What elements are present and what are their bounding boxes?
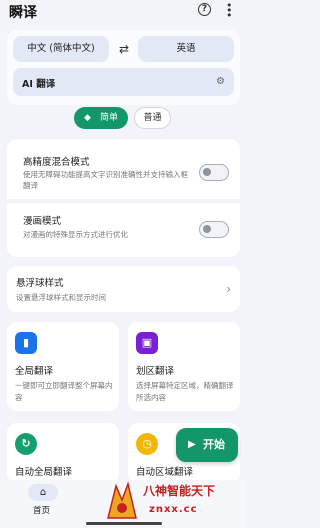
region-translate-title: 划区翻译 [136, 366, 175, 377]
help-icon[interactable]: ? [198, 3, 211, 16]
watermark-domain: znxx.cc [149, 504, 198, 515]
floating-ball-settings[interactable]: 悬浮球样式 设置悬浮球样式和显示时间 › [7, 266, 240, 312]
global-translate-card[interactable]: ▮ 全局翻译 一键即可立即翻译整个屏幕内容 [7, 322, 119, 411]
auto-global-translate-icon: ↻ [15, 433, 37, 455]
region-translate-card[interactable]: ▣ 划区翻译 选择屏幕特定区域，精确翻译所选内容 [128, 322, 240, 411]
mode-simple-label: 简单 [100, 113, 119, 123]
engine-label: AI 翻译 [22, 79, 56, 90]
language-card: 中文 (简体中文) ⇄ 英语 AI 翻译 ⚙ [7, 30, 240, 105]
floating-ball-desc: 设置悬浮球样式和显示时间 [16, 293, 106, 302]
swap-languages-icon[interactable]: ⇄ [117, 42, 131, 56]
auto-global-translate-title: 自动全局翻译 [15, 467, 73, 478]
layers-icon: ◆ [84, 113, 91, 123]
watermark-text: 八神智能天下 [143, 484, 216, 498]
more-options-icon[interactable]: • • • [226, 0, 233, 21]
source-language-button[interactable]: 中文 (简体中文) [13, 36, 109, 62]
comic-mode-title: 漫画模式 [23, 216, 62, 227]
auto-region-translate-title: 自动区域翻译 [136, 467, 194, 478]
floating-ball-title: 悬浮球样式 [16, 278, 64, 289]
comic-mode-toggle[interactable] [199, 221, 229, 238]
target-language-button[interactable]: 英语 [138, 36, 234, 62]
toggle-knob [203, 225, 211, 233]
home-icon[interactable]: ⌂ [28, 484, 58, 501]
translation-engine-selector[interactable]: AI 翻译 ⚙ [13, 68, 234, 96]
auto-global-translate-card[interactable]: ↻ 自动全局翻译 [7, 423, 119, 483]
top-app-bar: 瞬译 ? • • • [0, 0, 247, 22]
region-translate-icon: ▣ [136, 332, 158, 354]
toggle-knob [203, 168, 211, 176]
engine-settings-icon[interactable]: ⚙ [216, 76, 225, 87]
start-button[interactable]: ▶ 开始 [176, 428, 238, 462]
global-translate-title: 全局翻译 [15, 366, 54, 377]
play-icon: ▶ [188, 439, 196, 450]
app-title: 瞬译 [9, 5, 37, 21]
global-translate-desc: 一键即可立即翻译整个屏幕内容 [15, 381, 113, 402]
chevron-right-icon: › [226, 282, 231, 296]
high-precision-title: 高精度混合模式 [23, 157, 90, 168]
global-translate-icon: ▮ [15, 332, 37, 354]
high-precision-desc: 使用无障碍功能提高文字识别准确性并支持输入框翻译 [23, 170, 188, 190]
mode-simple-chip[interactable]: ◆ 简单 [74, 107, 128, 129]
options-card: 高精度混合模式 使用无障碍功能提高文字识别准确性并支持输入框翻译 漫画模式 对漫… [7, 139, 240, 257]
comic-mode-desc: 对漫画的特殊显示方式进行优化 [23, 230, 128, 239]
watermark-logo [107, 481, 137, 519]
region-translate-desc: 选择屏幕特定区域，精确翻译所选内容 [136, 381, 234, 402]
options-divider [7, 199, 240, 203]
mode-normal-chip[interactable]: 普通 [134, 107, 171, 129]
start-label: 开始 [203, 438, 225, 451]
auto-region-translate-icon: ◷ [136, 433, 158, 455]
watermark-overlay: 八神智能天下 znxx.cc [102, 478, 247, 528]
nav-home-label[interactable]: 首页 [33, 504, 50, 516]
high-precision-toggle[interactable] [199, 164, 229, 181]
